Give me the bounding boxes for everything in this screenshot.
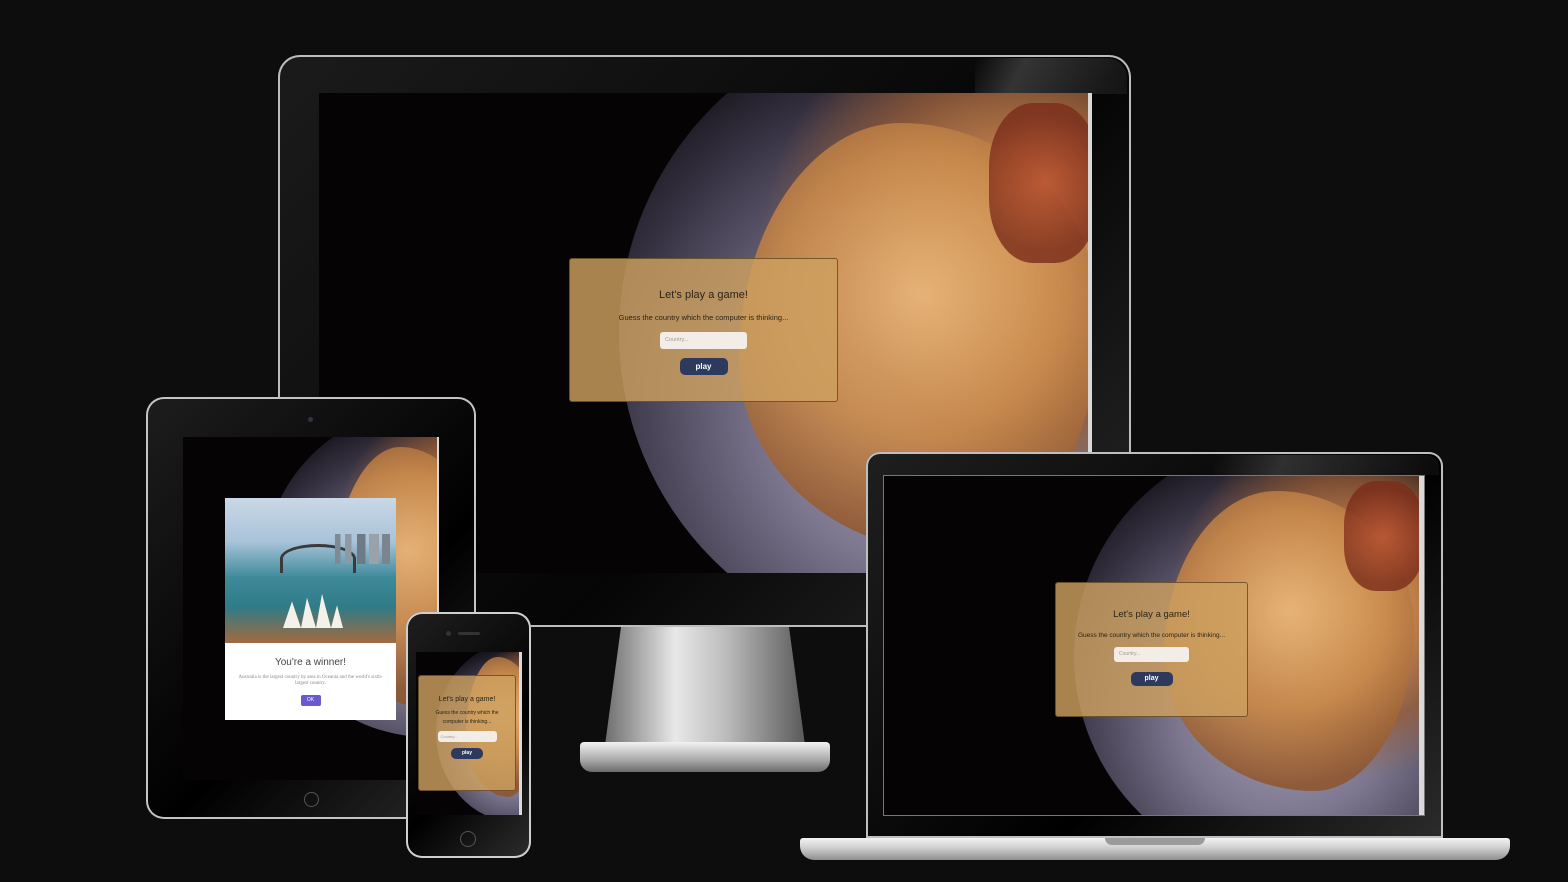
- country-input[interactable]: Country...: [437, 731, 497, 742]
- panel-subtitle: Guess the country which the computer is …: [435, 710, 499, 725]
- tablet-camera: [308, 417, 313, 422]
- panel-subtitle: Guess the country which the computer is …: [618, 313, 789, 322]
- arabia-landmass: [989, 103, 1092, 263]
- winner-modal: You're a winner! Australia is the larges…: [225, 498, 396, 720]
- laptop-notch: [1105, 838, 1205, 845]
- phone-home-button[interactable]: [460, 831, 476, 847]
- sydney-opera-house-photo: [225, 498, 396, 643]
- laptop-scrollbar[interactable]: [1419, 476, 1424, 815]
- panel-title: Let's play a game!: [438, 696, 496, 703]
- panel-title: Let's play a game!: [1113, 609, 1190, 620]
- monitor-base: [580, 742, 830, 772]
- phone-scrollbar[interactable]: [519, 652, 522, 815]
- phone-speaker: [458, 632, 480, 635]
- opera-house: [283, 593, 343, 628]
- monitor-stand: [605, 627, 805, 745]
- panel-subtitle: Guess the country which the computer is …: [1077, 632, 1226, 639]
- winner-title: You're a winner!: [274, 657, 347, 668]
- play-button[interactable]: play: [451, 748, 483, 759]
- panel-title: Let's play a game!: [659, 289, 748, 301]
- ok-button[interactable]: OK: [300, 695, 321, 706]
- country-input[interactable]: Country...: [1114, 647, 1189, 662]
- phone-camera: [446, 631, 451, 636]
- monitor-glare: [975, 58, 1127, 94]
- play-button[interactable]: play: [679, 358, 728, 375]
- country-input[interactable]: Country...: [660, 332, 747, 349]
- arabia-landmass: [1344, 481, 1424, 591]
- winner-body: Australia is the largest country by area…: [238, 675, 383, 686]
- tablet-home-button[interactable]: [304, 792, 319, 807]
- laptop-game-panel: Let's play a game! Guess the country whi…: [1055, 582, 1248, 717]
- desktop-game-panel: Let's play a game! Guess the country whi…: [569, 258, 838, 402]
- play-button[interactable]: play: [1130, 672, 1173, 686]
- phone-game-panel: Let's play a game! Guess the country whi…: [418, 675, 516, 791]
- laptop-glare: [1215, 455, 1439, 475]
- city-skyline: [335, 534, 390, 564]
